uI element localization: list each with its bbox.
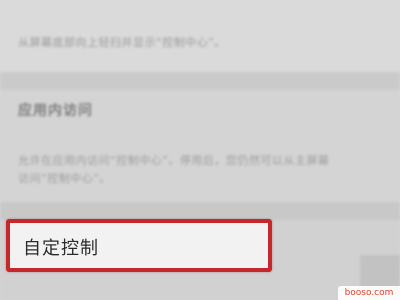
customize-controls-label: 自定控制 [23, 238, 99, 259]
divider [0, 72, 400, 90]
section-description-line-2: 访问“控制中心”。 [18, 172, 111, 185]
screenshot: 从屏幕底部向上轻扫并显示“控制中心”。 应用内访问 允许在应用内访问“控制中心”… [0, 0, 400, 300]
swipe-note: 从屏幕底部向上轻扫并显示“控制中心”。 [18, 36, 226, 49]
customize-controls-row[interactable]: 自定控制 [6, 219, 272, 272]
watermark: booso.com [338, 286, 400, 300]
section-title: 应用内访问 [18, 103, 93, 119]
section-divider [0, 202, 400, 220]
top-panel: 从屏幕底部向上轻扫并显示“控制中心”。 [0, 0, 400, 72]
section-description-line-1: 允许在应用内访问“控制中心”。停用后，您仍然可以从主屏幕 [18, 154, 330, 167]
